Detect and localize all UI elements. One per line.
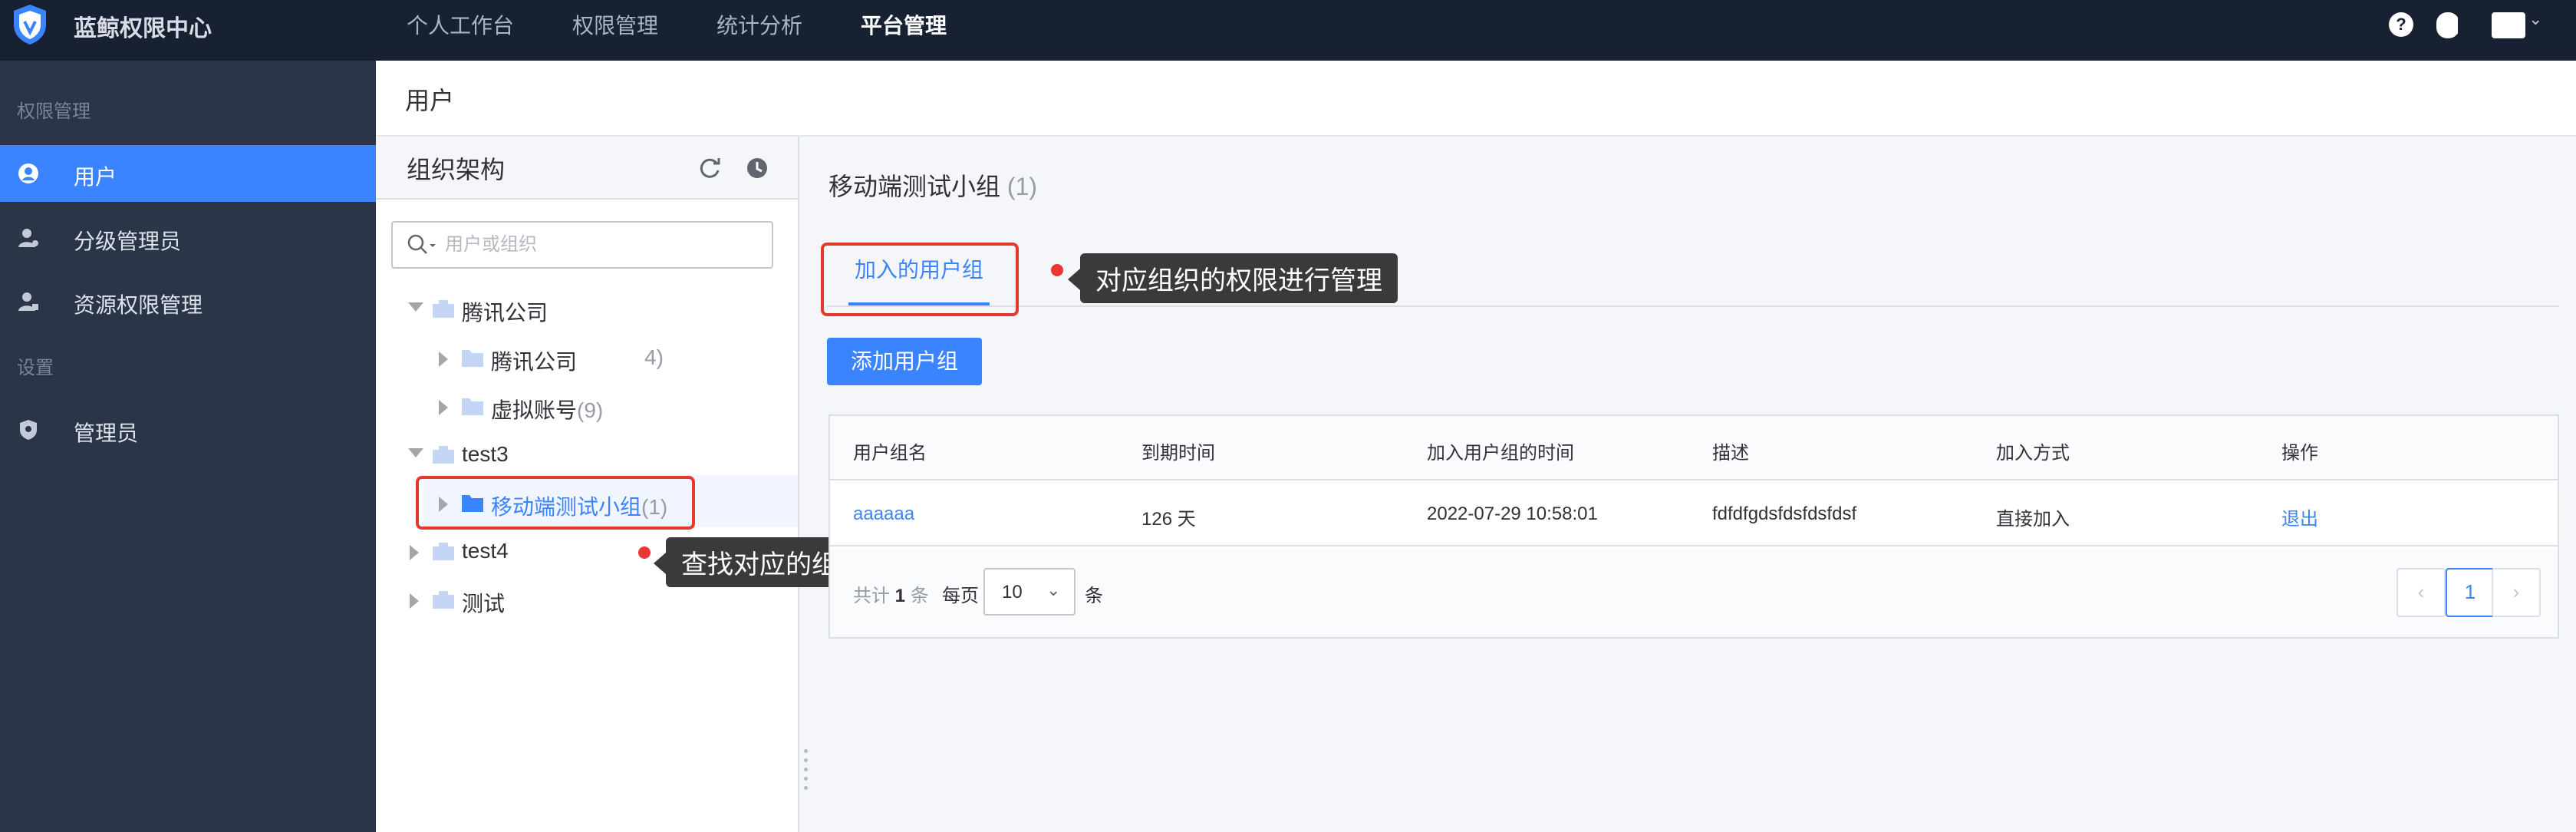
org-search-box[interactable] bbox=[391, 221, 773, 269]
refresh-icon[interactable] bbox=[697, 155, 723, 181]
folder-icon bbox=[462, 350, 483, 367]
tree-node-count: (9) bbox=[577, 398, 604, 422]
user-group-table: 用户组名 到期时间 加入用户组的时间 描述 加入方式 操作 aaaaaa 126… bbox=[828, 414, 2559, 639]
annotation-manage-perm: 对应组织的权限进行管理 bbox=[1068, 253, 1398, 303]
help-icon[interactable]: ? bbox=[2389, 12, 2413, 37]
shield-logo-icon bbox=[14, 5, 46, 45]
sidebar-group-permission: 权限管理 bbox=[17, 101, 91, 122]
caret-right-icon[interactable] bbox=[410, 545, 419, 560]
building-icon bbox=[433, 300, 454, 318]
annotation-dot bbox=[1051, 264, 1063, 276]
resource-permission-icon bbox=[18, 292, 38, 311]
group-member-count: (1) bbox=[1006, 173, 1038, 200]
page-header: 用户 bbox=[376, 61, 2576, 137]
sidebar-item-label: 分级管理员 bbox=[74, 229, 182, 253]
total-count: 共计 1 条 bbox=[853, 586, 929, 606]
next-page-button[interactable]: › bbox=[2492, 568, 2541, 617]
sidebar-item-label: 用户 bbox=[74, 165, 117, 189]
tree-node-label: 腾讯公司 bbox=[462, 301, 548, 325]
chevron-down-icon: ⌄ bbox=[1046, 580, 1061, 599]
join-time-cell: 2022-07-29 10:58:01 bbox=[1427, 503, 1598, 524]
pagination-bar: 共计 1 条 每页 10 ⌄ 条 ‹ 1 › bbox=[830, 548, 2558, 637]
table-header: 用户组名 到期时间 加入用户组的时间 描述 加入方式 操作 bbox=[830, 416, 2558, 480]
building-icon bbox=[433, 446, 454, 464]
add-user-group-button[interactable]: 添加用户组 bbox=[827, 338, 982, 385]
sidebar-item-grade-admin[interactable]: 分级管理员 bbox=[0, 210, 376, 266]
caret-right-icon[interactable] bbox=[410, 593, 419, 609]
sidebar-group-settings: 设置 bbox=[17, 358, 54, 378]
user-avatar[interactable] bbox=[2436, 12, 2525, 38]
annotation-highlight-box bbox=[821, 243, 1019, 316]
tree-node-label: test4 bbox=[462, 539, 509, 563]
quit-link[interactable]: 退出 bbox=[2281, 503, 2318, 530]
caret-down-icon[interactable] bbox=[408, 302, 423, 312]
column-header: 用户组名 bbox=[853, 443, 927, 464]
grade-admin-icon bbox=[18, 229, 38, 247]
per-page-value: 10 bbox=[1002, 582, 1023, 603]
sidebar-item-label: 管理员 bbox=[74, 421, 139, 445]
panel-resize-handle[interactable] bbox=[804, 749, 809, 792]
column-header: 加入用户组的时间 bbox=[1427, 443, 1574, 464]
join-method-cell: 直接加入 bbox=[1996, 509, 2070, 530]
column-header: 加入方式 bbox=[1996, 443, 2070, 464]
tree-node-label: 虚拟账号(9) bbox=[491, 398, 604, 422]
sidebar-item-resource-permission[interactable]: 资源权限管理 bbox=[0, 273, 376, 330]
per-page-label: 每页 bbox=[942, 586, 979, 606]
annotation-dot bbox=[638, 546, 651, 559]
prev-page-button[interactable]: ‹ bbox=[2396, 568, 2446, 617]
column-header: 描述 bbox=[1712, 443, 1749, 464]
org-search-input[interactable] bbox=[445, 230, 759, 259]
tree-node-tencent[interactable]: 腾讯公司 bbox=[407, 289, 713, 332]
nav-personal-workbench[interactable]: 个人工作台 bbox=[407, 9, 514, 40]
nav-platform-management[interactable]: 平台管理 bbox=[861, 9, 947, 40]
sidebar-item-users[interactable]: 用户 bbox=[0, 145, 376, 202]
sidebar: 权限管理 用户 分级管理员 资源权限管理 设置 管理员 bbox=[0, 61, 376, 832]
org-panel-header: 组织架构 bbox=[376, 137, 798, 200]
caret-right-icon[interactable] bbox=[439, 400, 448, 415]
nav-statistics[interactable]: 统计分析 bbox=[716, 9, 802, 40]
building-icon bbox=[433, 591, 454, 609]
tree-node-label: 测试 bbox=[462, 592, 506, 616]
page-number-button[interactable]: 1 bbox=[2446, 568, 2495, 617]
description-cell: fdfdfgdsfdsfdsfdsf bbox=[1712, 503, 1857, 524]
expiry-cell: 126 天 bbox=[1141, 509, 1196, 530]
search-icon bbox=[407, 234, 436, 254]
tree-node-tencent-sub[interactable]: 腾讯公司 4) bbox=[436, 338, 712, 381]
tree-node-label: 腾讯公司 bbox=[491, 350, 578, 374]
user-circle-icon bbox=[18, 163, 38, 183]
sidebar-item-admin[interactable]: 管理员 bbox=[0, 401, 376, 458]
column-header: 到期时间 bbox=[1141, 443, 1215, 464]
group-title: 移动端测试小组 (1) bbox=[828, 173, 1038, 200]
annotation-highlight-box bbox=[416, 476, 695, 530]
page-title: 用户 bbox=[405, 87, 455, 114]
top-navbar: 蓝鲸权限中心 个人工作台 权限管理 统计分析 平台管理 ? ⌄ bbox=[0, 0, 2576, 61]
shield-admin-icon bbox=[20, 420, 37, 440]
tree-node-test-cn[interactable]: 测试 bbox=[407, 579, 560, 622]
column-header: 操作 bbox=[2281, 443, 2318, 464]
table-row: aaaaaa 126 天 2022-07-29 10:58:01 fdfdfgd… bbox=[830, 482, 2558, 546]
sidebar-item-label: 资源权限管理 bbox=[74, 293, 203, 317]
tree-node-test3[interactable]: test3 bbox=[407, 434, 683, 477]
nav-permission-management[interactable]: 权限管理 bbox=[572, 9, 658, 40]
caret-right-icon[interactable] bbox=[439, 352, 448, 367]
building-icon bbox=[433, 543, 454, 560]
tree-node-test4[interactable]: test4 bbox=[407, 531, 560, 574]
tab-bar-divider bbox=[827, 305, 2559, 307]
per-page-select[interactable]: 10 ⌄ bbox=[983, 568, 1076, 616]
tree-node-count: 4) bbox=[644, 345, 664, 369]
tree-node-virtual-account[interactable]: 虚拟账号(9) bbox=[436, 386, 712, 429]
chevron-down-icon[interactable]: ⌄ bbox=[2528, 9, 2542, 29]
app-title: 蓝鲸权限中心 bbox=[74, 16, 212, 41]
tree-node-label: test3 bbox=[462, 442, 509, 466]
user-group-name-link[interactable]: aaaaaa bbox=[853, 503, 914, 525]
clock-icon[interactable] bbox=[744, 155, 770, 181]
org-panel-title: 组织架构 bbox=[407, 156, 506, 183]
caret-down-icon[interactable] bbox=[408, 448, 423, 457]
folder-icon bbox=[462, 398, 483, 415]
per-page-unit: 条 bbox=[1085, 586, 1103, 606]
